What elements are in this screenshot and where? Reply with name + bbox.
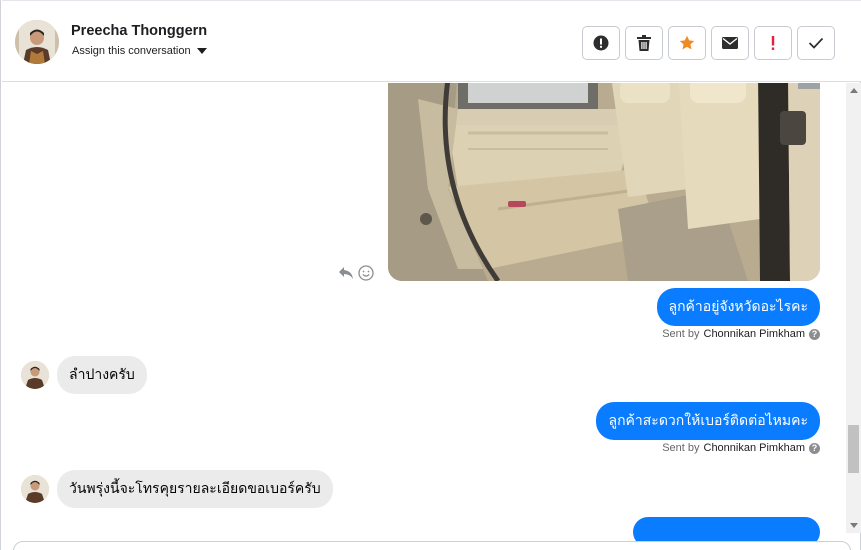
- trash-icon: [637, 35, 651, 51]
- scroll-down-arrow-icon[interactable]: [850, 523, 858, 528]
- message-text: ลูกค้าสะดวกให้เบอร์ติดต่อไหมคะ: [608, 412, 808, 428]
- emoji-reaction-icon[interactable]: [358, 265, 374, 281]
- car-interior-photo[interactable]: [388, 83, 820, 281]
- sent-by-prefix: Sent by: [662, 328, 700, 340]
- contact-avatar-small[interactable]: [21, 361, 49, 389]
- message-text: ลำปางครับ: [69, 366, 135, 382]
- conversation-header: Preecha Thonggern Assign this conversati…: [2, 0, 861, 82]
- reply-icon[interactable]: [338, 266, 354, 280]
- exclamation-icon: [771, 36, 775, 50]
- conversation-toolbar: [582, 26, 835, 60]
- sent-by-line: Sent by Chonnikan Pimkham ?: [662, 328, 820, 340]
- envelope-icon: [722, 37, 738, 49]
- conversation-panel: Preecha Thonggern Assign this conversati…: [0, 0, 861, 550]
- contact-avatar-small[interactable]: [21, 475, 49, 503]
- assign-conversation-dropdown[interactable]: Assign this conversation: [72, 45, 207, 57]
- flag-urgent-button[interactable]: [754, 26, 792, 60]
- star-icon: [679, 35, 695, 50]
- delete-button[interactable]: [625, 26, 663, 60]
- check-icon: [808, 37, 824, 49]
- scroll-up-arrow-icon[interactable]: [850, 88, 858, 93]
- message-composer[interactable]: [13, 541, 851, 550]
- message-text: วันพรุ่งนี้จะโทรคุยรายละเอียดขอเบอร์ครับ: [69, 480, 321, 496]
- message-list[interactable]: ลูกค้าอยู่จังหวัดอะไรคะ Sent by Chonnika…: [2, 83, 846, 543]
- contact-avatar[interactable]: [15, 20, 59, 64]
- message-list-scrollbar[interactable]: [846, 83, 861, 533]
- sent-by-line: Sent by Chonnikan Pimkham ?: [662, 442, 820, 454]
- incoming-message[interactable]: วันพรุ่งนี้จะโทรคุยรายละเอียดขอเบอร์ครับ: [57, 470, 333, 508]
- outgoing-message[interactable]: ลูกค้าอยู่จังหวัดอะไรคะ: [656, 288, 820, 326]
- outgoing-message[interactable]: ลูกค้าสะดวกให้เบอร์ติดต่อไหมคะ: [596, 402, 820, 440]
- alert-circle-icon: [593, 35, 609, 51]
- contact-name[interactable]: Preecha Thonggern: [71, 23, 207, 39]
- sent-by-agent: Chonnikan Pimkham: [703, 328, 806, 340]
- sent-by-agent: Chonnikan Pimkham: [703, 442, 806, 454]
- message-text: ลูกค้าอยู่จังหวัดอะไรคะ: [668, 298, 809, 314]
- scrollbar-thumb[interactable]: [848, 425, 859, 473]
- assign-label: Assign this conversation: [72, 45, 191, 57]
- star-button[interactable]: [668, 26, 706, 60]
- help-icon[interactable]: ?: [809, 442, 820, 454]
- email-button[interactable]: [711, 26, 749, 60]
- incoming-message[interactable]: ลำปางครับ: [57, 356, 147, 394]
- message-actions: [338, 265, 374, 281]
- help-icon[interactable]: ?: [809, 328, 820, 340]
- caret-down-icon: [196, 48, 207, 54]
- sent-by-prefix: Sent by: [662, 442, 700, 454]
- outgoing-message-partial[interactable]: [633, 517, 820, 543]
- mark-done-button[interactable]: [797, 26, 835, 60]
- alert-button[interactable]: [582, 26, 620, 60]
